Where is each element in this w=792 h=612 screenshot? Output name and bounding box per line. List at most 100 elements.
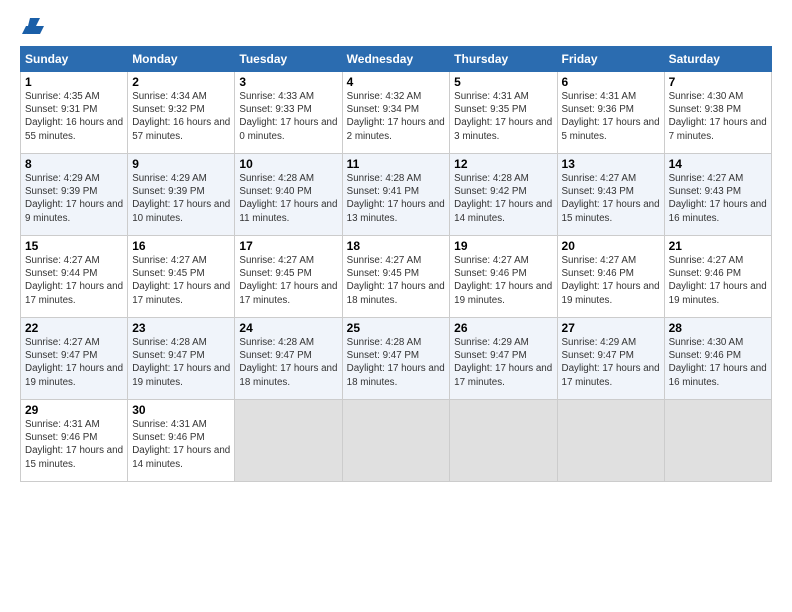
day-number: 16 — [132, 239, 230, 253]
day-header-friday: Friday — [557, 47, 664, 72]
calendar-cell: 26Sunrise: 4:29 AMSunset: 9:47 PMDayligh… — [450, 318, 557, 400]
day-number: 8 — [25, 157, 123, 171]
day-number: 24 — [239, 321, 337, 335]
calendar-week-row: 15Sunrise: 4:27 AMSunset: 9:44 PMDayligh… — [21, 236, 772, 318]
calendar-cell: 5Sunrise: 4:31 AMSunset: 9:35 PMDaylight… — [450, 72, 557, 154]
day-info: Sunrise: 4:30 AMSunset: 9:46 PMDaylight:… — [669, 336, 767, 389]
day-number: 25 — [347, 321, 446, 335]
calendar-week-row: 1Sunrise: 4:35 AMSunset: 9:31 PMDaylight… — [21, 72, 772, 154]
day-info: Sunrise: 4:29 AMSunset: 9:39 PMDaylight:… — [132, 172, 230, 225]
calendar-cell: 15Sunrise: 4:27 AMSunset: 9:44 PMDayligh… — [21, 236, 128, 318]
day-header-wednesday: Wednesday — [342, 47, 450, 72]
calendar-cell: 11Sunrise: 4:28 AMSunset: 9:41 PMDayligh… — [342, 154, 450, 236]
calendar-header-row: SundayMondayTuesdayWednesdayThursdayFrid… — [21, 47, 772, 72]
day-info: Sunrise: 4:28 AMSunset: 9:41 PMDaylight:… — [347, 172, 446, 225]
calendar-cell: 1Sunrise: 4:35 AMSunset: 9:31 PMDaylight… — [21, 72, 128, 154]
calendar-cell: 20Sunrise: 4:27 AMSunset: 9:46 PMDayligh… — [557, 236, 664, 318]
calendar-cell: 8Sunrise: 4:29 AMSunset: 9:39 PMDaylight… — [21, 154, 128, 236]
day-number: 27 — [562, 321, 660, 335]
day-header-monday: Monday — [128, 47, 235, 72]
day-header-tuesday: Tuesday — [235, 47, 342, 72]
day-number: 30 — [132, 403, 230, 417]
day-header-saturday: Saturday — [664, 47, 771, 72]
day-number: 21 — [669, 239, 767, 253]
day-number: 23 — [132, 321, 230, 335]
calendar-cell — [450, 400, 557, 482]
day-info: Sunrise: 4:35 AMSunset: 9:31 PMDaylight:… — [25, 90, 123, 143]
day-number: 18 — [347, 239, 446, 253]
day-number: 11 — [347, 157, 446, 171]
calendar-cell: 12Sunrise: 4:28 AMSunset: 9:42 PMDayligh… — [450, 154, 557, 236]
calendar-week-row: 8Sunrise: 4:29 AMSunset: 9:39 PMDaylight… — [21, 154, 772, 236]
calendar-cell: 13Sunrise: 4:27 AMSunset: 9:43 PMDayligh… — [557, 154, 664, 236]
logo — [20, 18, 44, 36]
calendar-table: SundayMondayTuesdayWednesdayThursdayFrid… — [20, 46, 772, 482]
day-number: 15 — [25, 239, 123, 253]
calendar-cell: 29Sunrise: 4:31 AMSunset: 9:46 PMDayligh… — [21, 400, 128, 482]
calendar-cell: 25Sunrise: 4:28 AMSunset: 9:47 PMDayligh… — [342, 318, 450, 400]
day-info: Sunrise: 4:29 AMSunset: 9:39 PMDaylight:… — [25, 172, 123, 225]
calendar-cell: 17Sunrise: 4:27 AMSunset: 9:45 PMDayligh… — [235, 236, 342, 318]
day-info: Sunrise: 4:28 AMSunset: 9:47 PMDaylight:… — [347, 336, 446, 389]
calendar-cell: 21Sunrise: 4:27 AMSunset: 9:46 PMDayligh… — [664, 236, 771, 318]
day-info: Sunrise: 4:27 AMSunset: 9:47 PMDaylight:… — [25, 336, 123, 389]
calendar-cell — [664, 400, 771, 482]
calendar-cell: 3Sunrise: 4:33 AMSunset: 9:33 PMDaylight… — [235, 72, 342, 154]
day-number: 19 — [454, 239, 552, 253]
day-info: Sunrise: 4:27 AMSunset: 9:44 PMDaylight:… — [25, 254, 123, 307]
day-info: Sunrise: 4:28 AMSunset: 9:47 PMDaylight:… — [132, 336, 230, 389]
day-number: 2 — [132, 75, 230, 89]
calendar-cell — [342, 400, 450, 482]
calendar-cell: 22Sunrise: 4:27 AMSunset: 9:47 PMDayligh… — [21, 318, 128, 400]
day-info: Sunrise: 4:27 AMSunset: 9:46 PMDaylight:… — [562, 254, 660, 307]
day-info: Sunrise: 4:28 AMSunset: 9:40 PMDaylight:… — [239, 172, 337, 225]
day-info: Sunrise: 4:27 AMSunset: 9:46 PMDaylight:… — [454, 254, 552, 307]
day-info: Sunrise: 4:34 AMSunset: 9:32 PMDaylight:… — [132, 90, 230, 143]
calendar-cell: 23Sunrise: 4:28 AMSunset: 9:47 PMDayligh… — [128, 318, 235, 400]
day-info: Sunrise: 4:27 AMSunset: 9:45 PMDaylight:… — [347, 254, 446, 307]
calendar-cell: 2Sunrise: 4:34 AMSunset: 9:32 PMDaylight… — [128, 72, 235, 154]
day-info: Sunrise: 4:27 AMSunset: 9:46 PMDaylight:… — [669, 254, 767, 307]
calendar-cell: 28Sunrise: 4:30 AMSunset: 9:46 PMDayligh… — [664, 318, 771, 400]
calendar-cell: 9Sunrise: 4:29 AMSunset: 9:39 PMDaylight… — [128, 154, 235, 236]
calendar-cell: 18Sunrise: 4:27 AMSunset: 9:45 PMDayligh… — [342, 236, 450, 318]
day-number: 7 — [669, 75, 767, 89]
day-number: 14 — [669, 157, 767, 171]
logo-icon — [22, 18, 44, 36]
calendar-week-row: 29 Sunrise: 4:31 AMSunset: 9:46 PMDayligh… — [21, 400, 772, 482]
calendar-cell: 7Sunrise: 4:30 AMSunset: 9:38 PMDaylight… — [664, 72, 771, 154]
calendar-cell: 24Sunrise: 4:28 AMSunset: 9:47 PMDayligh… — [235, 318, 342, 400]
day-header-thursday: Thursday — [450, 47, 557, 72]
day-number: 1 — [25, 75, 123, 89]
day-number: 17 — [239, 239, 337, 253]
calendar-cell: 4Sunrise: 4:32 AMSunset: 9:34 PMDaylight… — [342, 72, 450, 154]
day-number: 12 — [454, 157, 552, 171]
day-info: Sunrise: 4:27 AMSunset: 9:45 PMDaylight:… — [239, 254, 337, 307]
day-number: 3 — [239, 75, 337, 89]
day-info: Sunrise: 4:30 AMSunset: 9:38 PMDaylight:… — [669, 90, 767, 143]
day-number: 22 — [25, 321, 123, 335]
day-header-sunday: Sunday — [21, 47, 128, 72]
calendar-cell: 27Sunrise: 4:29 AMSunset: 9:47 PMDayligh… — [557, 318, 664, 400]
day-info: Sunrise: 4:29 AMSunset: 9:47 PMDaylight:… — [562, 336, 660, 389]
header — [20, 18, 772, 36]
day-number: 10 — [239, 157, 337, 171]
day-info: Sunrise: 4:33 AMSunset: 9:33 PMDaylight:… — [239, 90, 337, 143]
day-number: 5 — [454, 75, 552, 89]
calendar-cell: 30Sunrise: 4:31 AMSunset: 9:46 PMDayligh… — [128, 400, 235, 482]
day-info: Sunrise: 4:31 AMSunset: 9:35 PMDaylight:… — [454, 90, 552, 143]
day-info: Sunrise: 4:27 AMSunset: 9:45 PMDaylight:… — [132, 254, 230, 307]
calendar-week-row: 22Sunrise: 4:27 AMSunset: 9:47 PMDayligh… — [21, 318, 772, 400]
day-number: 6 — [562, 75, 660, 89]
day-info: Sunrise: 4:31 AMSunset: 9:46 PMDaylight:… — [132, 418, 230, 471]
day-number: 28 — [669, 321, 767, 335]
day-info: Sunrise: 4:31 AMSunset: 9:36 PMDaylight:… — [562, 90, 660, 143]
day-number: 29 — [25, 403, 123, 417]
calendar-cell: 16Sunrise: 4:27 AMSunset: 9:45 PMDayligh… — [128, 236, 235, 318]
calendar-cell — [557, 400, 664, 482]
day-number: 13 — [562, 157, 660, 171]
day-number: 9 — [132, 157, 230, 171]
calendar-cell — [235, 400, 342, 482]
page: SundayMondayTuesdayWednesdayThursdayFrid… — [0, 0, 792, 612]
calendar-cell: 6Sunrise: 4:31 AMSunset: 9:36 PMDaylight… — [557, 72, 664, 154]
